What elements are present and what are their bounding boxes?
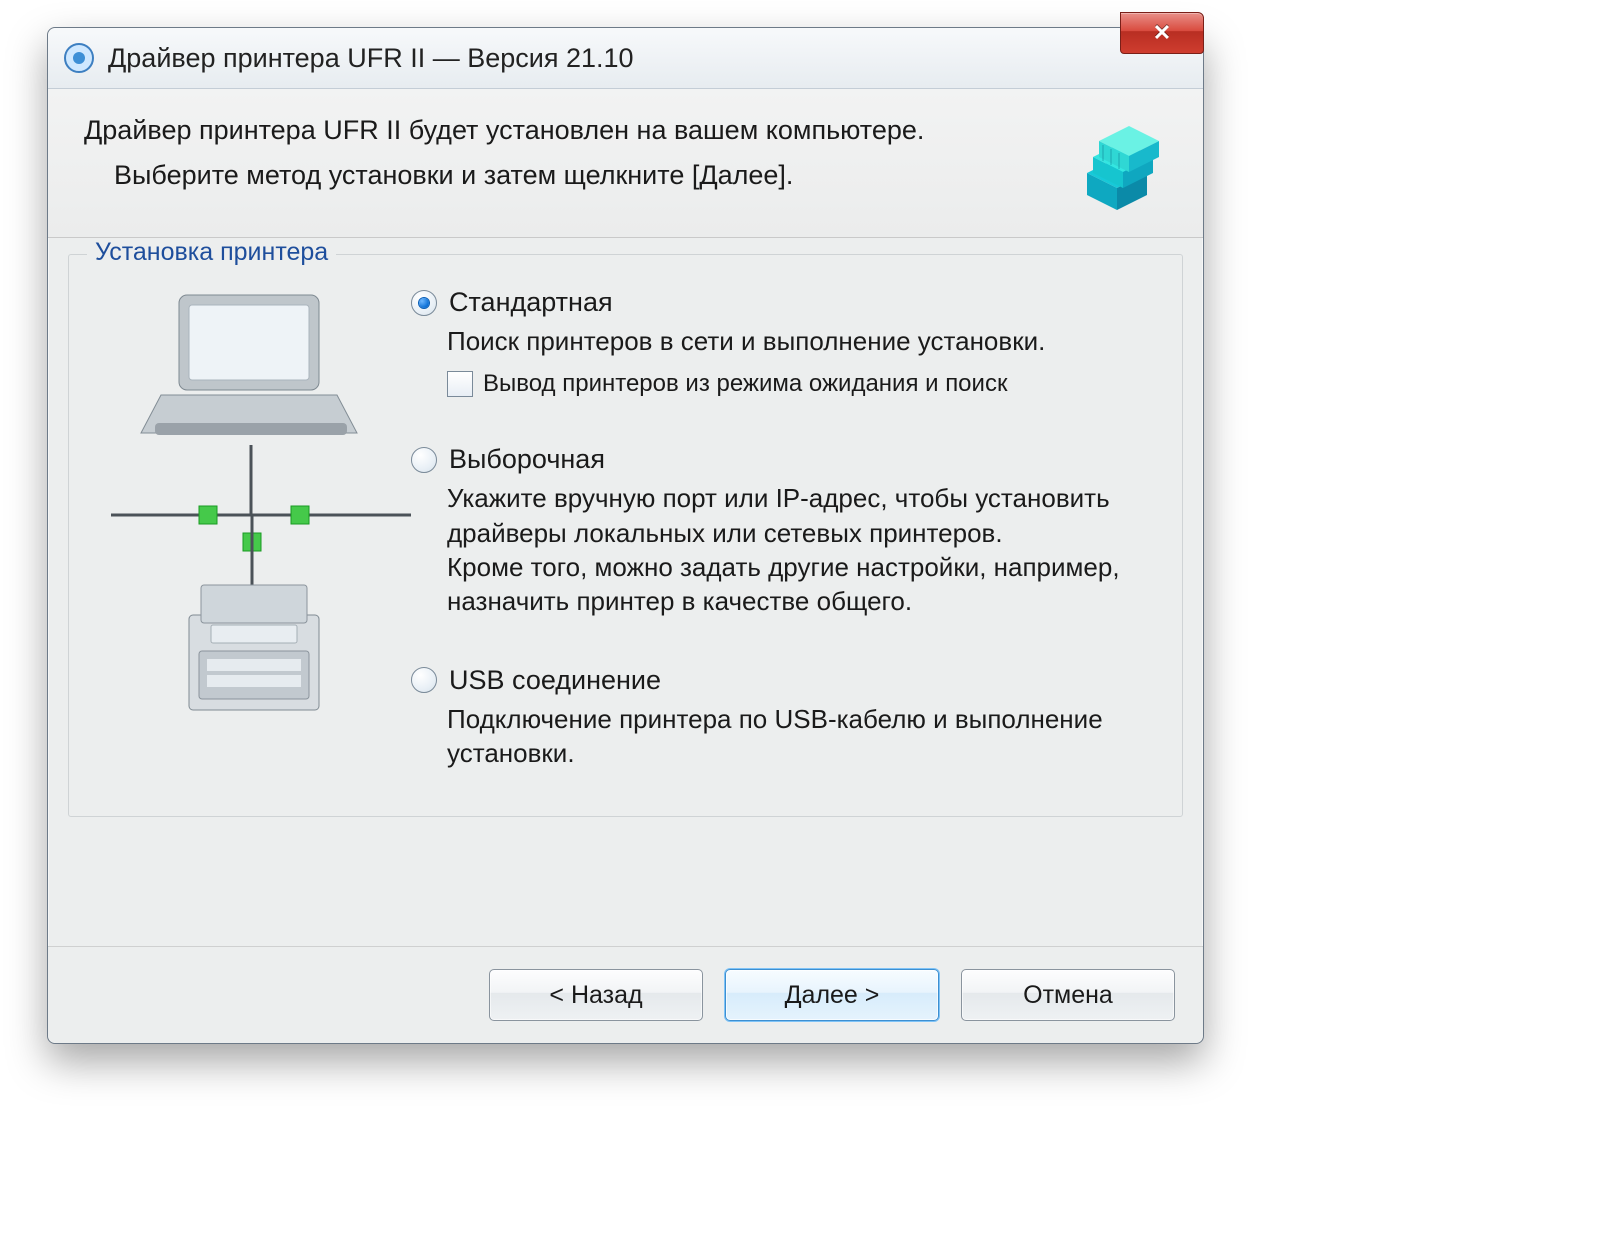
app-icon [62,41,96,75]
radio-icon [411,447,437,473]
option-title: USB соединение [449,665,661,696]
radio-custom[interactable]: Выборочная [411,444,1160,475]
option-standard: Стандартная Поиск принтеров в сети и вып… [411,287,1160,398]
checkbox-icon [447,371,473,397]
radio-usb[interactable]: USB соединение [411,665,1160,696]
network-diagram [91,285,411,765]
close-button[interactable]: ✕ [1120,12,1204,54]
window-title: Драйвер принтера UFR II — Версия 21.10 [108,43,634,74]
radio-icon [411,667,437,693]
install-method-group: Установка принтера [68,254,1183,817]
option-desc: Укажите вручную порт или IP-адрес, чтобы… [447,481,1127,618]
title-bar: Драйвер принтера UFR II — Версия 21.10 ✕ [48,28,1203,89]
header-line-1: Драйвер принтера UFR II будет установлен… [84,115,1057,146]
wizard-header: Драйвер принтера UFR II будет установлен… [48,89,1203,238]
option-custom: Выборочная Укажите вручную порт или IP-а… [411,444,1160,618]
wake-printers-checkbox[interactable]: Вывод принтеров из режима ожидания и пои… [447,370,1160,398]
cancel-button[interactable]: Отмена [961,969,1175,1021]
option-usb: USB соединение Подключение принтера по U… [411,665,1160,771]
checkbox-label: Вывод принтеров из режима ожидания и пои… [483,370,1007,398]
wizard-footer: < Назад Далее > Отмена [48,946,1203,1043]
option-desc: Поиск принтеров в сети и выполнение уста… [447,324,1127,358]
radio-icon [411,290,437,316]
back-button[interactable]: < Назад [489,969,703,1021]
group-legend: Установка принтера [87,238,336,267]
install-options: Стандартная Поиск принтеров в сети и вып… [411,285,1160,770]
radio-standard[interactable]: Стандартная [411,287,1160,318]
close-icon: ✕ [1153,20,1171,46]
option-title: Стандартная [449,287,613,318]
installer-cube-icon [1067,115,1167,215]
option-title: Выборочная [449,444,605,475]
wizard-body: Установка принтера [48,238,1203,817]
next-button[interactable]: Далее > [725,969,939,1021]
header-line-2: Выберите метод установки и затем щелкнит… [84,160,1057,191]
installer-window: Драйвер принтера UFR II — Версия 21.10 ✕… [47,27,1204,1044]
option-desc: Подключение принтера по USB-кабелю и вып… [447,702,1127,771]
